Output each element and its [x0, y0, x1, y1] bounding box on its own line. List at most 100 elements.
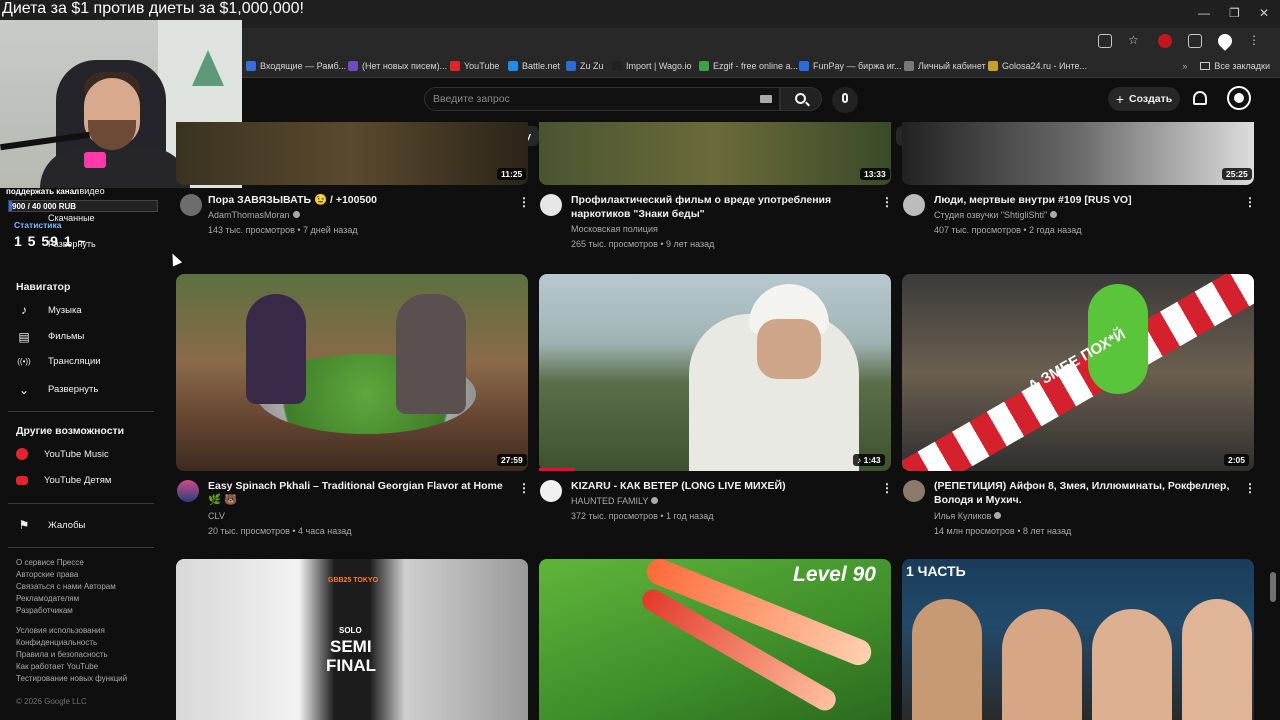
sidebar-item-label: Фильмы — [48, 331, 85, 342]
bookmark-label: Личный кабинет — [918, 61, 986, 71]
thumbnail-caption: SEMI — [330, 637, 372, 656]
video-thumbnail[interactable] — [539, 122, 891, 185]
video-title[interactable]: Easy Spinach Pkhali – Traditional Georgi… — [208, 479, 508, 507]
more-options-icon[interactable]: ⋮ — [518, 481, 530, 495]
divider — [8, 503, 154, 504]
channel-avatar[interactable] — [177, 480, 199, 502]
bell-icon[interactable] — [1193, 91, 1207, 105]
channel-name[interactable]: HAUNTED FAMILY — [571, 496, 659, 506]
video-meta: 14 млн просмотров • 8 лет назад — [934, 526, 1072, 536]
channel-avatar[interactable] — [180, 194, 202, 216]
video-title[interactable]: (РЕПЕТИЦИЯ) Айфон 8, Змея, Иллюминаты, Р… — [934, 479, 1234, 507]
channel-name[interactable]: CLV — [208, 511, 225, 521]
footer-link[interactable]: Правила и безопасность — [16, 650, 108, 659]
verified-icon — [1050, 211, 1058, 218]
footer-link[interactable]: Авторские права — [16, 570, 78, 579]
favicon-icon — [904, 61, 914, 71]
microphone-icon — [842, 93, 848, 103]
footer-link[interactable]: О сервисе Прессе — [16, 558, 84, 567]
extensions-icon[interactable] — [1188, 34, 1202, 48]
bookmark-item[interactable]: (Нет новых писем)... — [348, 61, 447, 71]
channel-name[interactable]: AdamThomasMoran — [208, 210, 300, 220]
video-thumbnail[interactable]: 1 ЧАСТЬ — [902, 559, 1254, 720]
keyboard-icon[interactable] — [760, 95, 772, 103]
bookmark-item[interactable]: Входящие — Рамб... — [246, 61, 346, 71]
video-title[interactable]: Люди, мертвые внутри #109 [RUS VO] — [934, 193, 1234, 207]
channel-name-text: AdamThomasMoran — [208, 210, 290, 220]
sidebar-item-label: Музыка — [48, 304, 82, 316]
create-button[interactable]: + Создать — [1108, 87, 1180, 111]
channel-avatar[interactable] — [903, 194, 925, 216]
footer-link[interactable]: Разработчикам — [16, 606, 73, 615]
bookmark-item[interactable]: Личный кабинет — [904, 61, 986, 71]
channel-avatar[interactable] — [540, 194, 562, 216]
channel-name[interactable]: Илья Куликов — [934, 511, 1002, 521]
more-options-icon[interactable]: ⋮ — [881, 481, 893, 495]
video-thumbnail[interactable]: А ЗМЕЕ ПОХ*Й — [902, 274, 1254, 471]
footer-link[interactable]: Тестирование новых функций — [16, 674, 127, 683]
favicon-icon — [699, 61, 709, 71]
channel-name-text: Илья Куликов — [934, 511, 992, 521]
extension-record-icon[interactable] — [1158, 34, 1172, 48]
restore-icon[interactable]: ❐ — [1229, 6, 1240, 20]
sidebar-item[interactable]: ((•)) Трансляции — [16, 356, 100, 367]
copyright: © 2026 Google LLC — [16, 697, 87, 706]
bookmark-item[interactable]: FunPay — биржа иг... — [799, 61, 901, 71]
footer-link[interactable]: Связаться с нами Авторам — [16, 582, 116, 591]
menu-dots-icon[interactable]: ⋮ — [1248, 34, 1262, 48]
more-options-icon[interactable]: ⋮ — [1244, 481, 1256, 495]
search-button[interactable] — [780, 87, 822, 111]
bookmark-item[interactable]: YouTube — [450, 61, 499, 71]
bookmark-label: Входящие — Рамб... — [260, 61, 347, 71]
sidebar-item[interactable]: ♪ Музыка — [16, 303, 82, 317]
cast-icon[interactable] — [1098, 34, 1112, 48]
video-thumbnail[interactable] — [176, 122, 528, 185]
channel-avatar[interactable] — [903, 480, 925, 502]
bookmark-item[interactable]: Battle.net — [508, 61, 560, 71]
favicon-icon — [988, 61, 998, 71]
video-thumbnail[interactable] — [176, 274, 528, 471]
footer-link[interactable]: Как работает YouTube — [16, 662, 98, 671]
thumbnail-caption: 1 ЧАСТЬ — [906, 563, 966, 579]
video-title[interactable]: Профилактический фильм о вреде употребле… — [571, 193, 871, 221]
avatar[interactable] — [1229, 88, 1249, 108]
verified-icon — [994, 512, 1002, 519]
all-bookmarks[interactable]: » Все закладки — [1182, 61, 1270, 71]
video-thumbnail[interactable] — [902, 122, 1254, 185]
sidebar-item-youtube-music[interactable]: YouTube Music — [16, 448, 109, 460]
minimize-icon[interactable]: — — [1198, 6, 1210, 20]
more-options-icon[interactable]: ⋮ — [518, 195, 530, 209]
more-options-icon[interactable]: ⋮ — [881, 195, 893, 209]
bookmark-item[interactable]: Zu Zu — [566, 61, 604, 71]
footer-link[interactable]: Конфиденциальность — [16, 638, 97, 647]
star-icon[interactable]: ☆ — [1128, 34, 1142, 48]
channel-name[interactable]: Московская полиция — [571, 224, 658, 234]
footer-link[interactable]: Условия использования — [16, 626, 105, 635]
broadcast-icon: ((•)) — [17, 357, 31, 366]
scrollbar[interactable] — [1270, 572, 1276, 602]
duration-badge: 25:25 — [1222, 168, 1252, 180]
video-thumbnail[interactable]: GBB25 TOKYO SOLO SEMI FINAL — [176, 559, 528, 720]
sidebar-item[interactable]: ⌄ Развернуть — [16, 383, 98, 397]
footer-link[interactable]: Рекламодателям — [16, 594, 79, 603]
bookmark-item[interactable]: Golosa24.ru - Инте... — [988, 61, 1087, 71]
more-options-icon[interactable]: ⋮ — [1244, 195, 1256, 209]
video-title[interactable]: Пора ЗАВЯЗЫВАТЬ 😉 / +100500 — [208, 193, 508, 207]
channel-avatar[interactable] — [540, 480, 562, 502]
close-icon[interactable]: ✕ — [1259, 6, 1269, 20]
bookmark-item[interactable]: Import | Wago.io — [612, 61, 692, 71]
video-title[interactable]: KIZARU - КАК ВЕТЕР (LONG LIVE МИХЕЙ) — [571, 479, 871, 493]
favicon-icon — [799, 61, 809, 71]
sidebar-item[interactable]: ▤ Фильмы — [16, 330, 84, 344]
sidebar-item-reports[interactable]: ⚑ Жалобы — [16, 518, 86, 532]
sidebar-item-youtube-kids[interactable]: YouTube Детям — [16, 475, 111, 486]
channel-name[interactable]: Студия озвучки "ShtigliShti" — [934, 210, 1058, 220]
profile-pin-icon[interactable] — [1215, 31, 1235, 51]
voice-search-button[interactable] — [832, 87, 858, 113]
bookmark-item[interactable]: Ezgif - free online a... — [699, 61, 798, 71]
sidebar-heading-navigator: Навигатор — [16, 281, 71, 293]
video-meta: 143 тыс. просмотров • 7 дней назад — [208, 225, 358, 235]
video-thumbnail[interactable] — [539, 274, 891, 471]
bookmark-label: YouTube — [464, 61, 500, 71]
video-thumbnail[interactable]: Level 90 — [539, 559, 891, 720]
